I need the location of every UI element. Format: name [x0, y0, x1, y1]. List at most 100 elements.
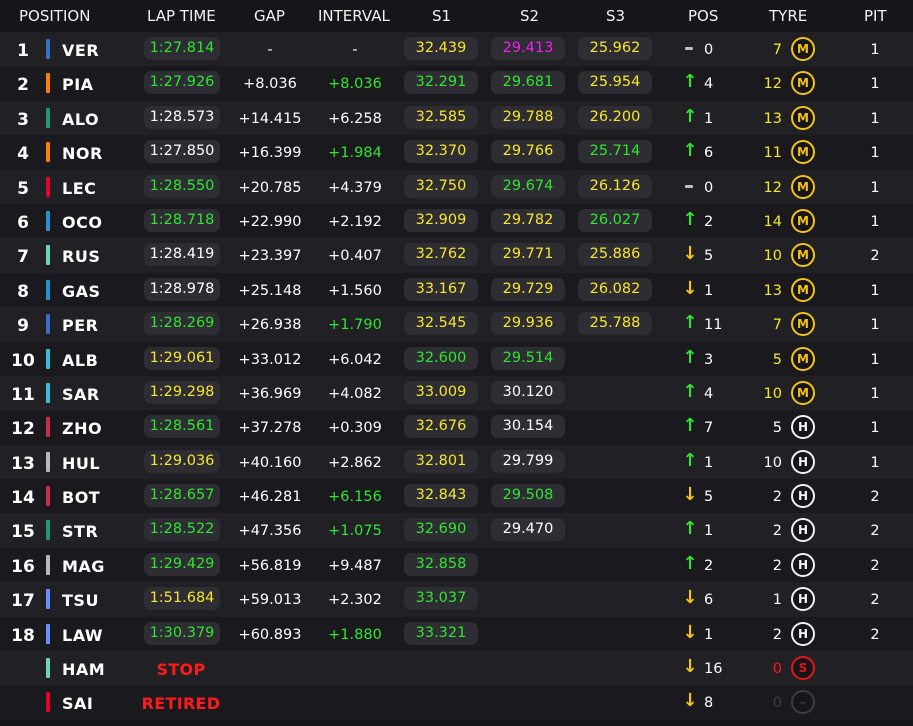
driver-code[interactable]: PIA [62, 75, 94, 94]
position-change: 2 [704, 557, 714, 574]
driver-code[interactable]: SAR [62, 385, 100, 404]
team-color-bar [46, 73, 50, 94]
tyre-laps: 11 [763, 145, 782, 162]
medium-tyre-icon: M [791, 277, 815, 302]
interval-value: +2.192 [328, 213, 382, 230]
header-gap[interactable]: GAP [254, 7, 285, 25]
header-pos[interactable]: POS [688, 7, 718, 25]
lap-time: 1:28.550 [144, 174, 220, 198]
arrow-up-icon: ↑ [682, 449, 698, 471]
table-row[interactable]: 9 PER 1:28.269 +26.938 +1.790 32.545 29.936 25.… [0, 307, 913, 342]
header-s3[interactable]: S3 [606, 7, 625, 25]
driver-code[interactable]: SAI [62, 694, 93, 713]
driver-code[interactable]: HUL [62, 454, 100, 473]
position-number: 18 [11, 625, 35, 646]
tyre-laps: 13 [763, 282, 782, 299]
driver-code[interactable]: LAW [62, 626, 103, 645]
table-row[interactable]: 15 STR 1:28.522 +47.356 +1.075 32.690 29.470 ↑ 1… [0, 513, 913, 548]
table-row[interactable]: 18 LAW 1:30.379 +60.893 +1.880 33.321 ↓ 1 2 H 2 [0, 616, 913, 652]
interval-value: +4.082 [328, 385, 382, 402]
position-number: 1 [17, 41, 29, 61]
table-row[interactable]: 1 VER 1:27.814 - - 32.439 29.413 25.962 0 7 M 1 [0, 32, 913, 67]
driver-code[interactable]: GAS [62, 282, 101, 301]
header-s1[interactable]: S1 [432, 7, 451, 25]
driver-code[interactable]: ALB [62, 351, 98, 370]
table-row[interactable]: 16 MAG 1:29.429 +56.819 +9.487 32.858 ↑ 2 2 H 2 [0, 547, 913, 583]
driver-code[interactable]: MAG [62, 557, 105, 576]
table-row[interactable]: 12 ZHO 1:28.561 +37.278 +0.309 32.676 30.154 ↑ 7… [0, 410, 913, 445]
position-change: 11 [704, 317, 723, 334]
pit-count: 2 [870, 523, 880, 540]
header-interval[interactable]: INTERVAL [318, 7, 390, 25]
driver-code[interactable]: ALO [62, 110, 99, 129]
table-row[interactable]: 10 ALB 1:29.061 +33.012 +6.042 32.600 29.514 ↑ 3… [0, 341, 913, 376]
lap-time: 1:27.850 [144, 140, 220, 164]
arrow-down-icon: ↓ [682, 243, 698, 265]
table-row[interactable]: 7 RUS 1:28.419 +23.397 +0.407 32.762 29.771 25.… [0, 238, 913, 273]
header-lap-time[interactable]: LAP TIME [147, 7, 216, 25]
interval-value: +8.036 [328, 76, 382, 93]
table-row[interactable]: 13 HUL 1:29.036 +40.160 +2.862 32.801 29.799 ↑ 1… [0, 444, 913, 480]
interval-value: +4.379 [328, 179, 382, 196]
tyre-laps: 2 [772, 557, 782, 574]
hard-tyre-icon: H [791, 587, 815, 612]
sector-s2-time: 29.470 [491, 518, 565, 542]
position-number: 9 [17, 316, 29, 337]
table-row[interactable]: 8 GAS 1:28.978 +25.148 +1.560 33.167 29.729 26.… [0, 272, 913, 308]
sector-s2-time: 29.788 [491, 105, 565, 129]
driver-code[interactable]: ZHO [62, 419, 102, 438]
sector-s3-time: 26.200 [578, 105, 652, 129]
tyre-laps: 12 [763, 76, 782, 93]
medium-tyre-icon: M [791, 71, 815, 96]
driver-code[interactable]: NOR [62, 144, 103, 163]
sector-s1-time: 32.545 [404, 312, 478, 336]
table-row[interactable]: 5 LEC 1:28.550 +20.785 +4.379 32.750 29.674 26.… [0, 169, 913, 204]
driver-code[interactable]: LEC [62, 179, 96, 198]
table-row[interactable]: 3 ALO 1:28.573 +14.415 +6.258 32.585 29.788 26.… [0, 100, 913, 136]
position-number: 13 [11, 453, 35, 474]
driver-code[interactable]: PER [62, 316, 98, 335]
table-row[interactable]: SAI RETIRED ↓ 8 0– [0, 685, 913, 720]
gap-value: +33.012 [238, 351, 302, 368]
position-change: 5 [704, 248, 714, 265]
driver-code[interactable]: HAM [62, 660, 105, 679]
header-tyre[interactable]: TYRE [769, 7, 807, 25]
gap-value: - [267, 42, 273, 58]
tyre-laps: 14 [763, 213, 782, 230]
tyre-laps: 7 [772, 317, 782, 334]
driver-code[interactable]: TSU [62, 591, 99, 610]
gap-value: +59.013 [238, 592, 302, 609]
pit-count: 2 [870, 489, 880, 506]
tyre-laps: 10 [763, 248, 782, 265]
driver-code[interactable]: BOT [62, 488, 100, 507]
table-row[interactable]: 4 NOR 1:27.850 +16.399 +1.984 32.370 29.766 25.… [0, 135, 913, 170]
header-s2[interactable]: S2 [520, 7, 539, 25]
sector-s2-time: 29.936 [491, 312, 565, 336]
driver-code[interactable]: OCO [62, 213, 102, 232]
header-position[interactable]: POSITION [19, 7, 90, 25]
driver-code[interactable]: STR [62, 522, 98, 541]
driver-code[interactable]: VER [62, 41, 99, 60]
team-color-bar [46, 554, 50, 575]
pit-count: 1 [870, 213, 880, 230]
team-color-bar [46, 314, 50, 335]
lap-time: 1:27.814 [144, 37, 220, 60]
position-number: 14 [11, 488, 35, 509]
table-row[interactable]: 17 TSU 1:51.684 +59.013 +2.302 33.037 ↓ 6 1 H 2 [0, 582, 913, 617]
team-color-bar [46, 589, 50, 610]
gap-value: +26.938 [238, 317, 302, 334]
lap-time: 1:51.684 [144, 587, 220, 611]
medium-tyre-icon: M [791, 380, 815, 405]
table-row[interactable]: HAM STOP ↓ 16 0 S [0, 651, 913, 686]
sector-s1-time: 32.690 [404, 518, 478, 542]
driver-code[interactable]: RUS [62, 247, 100, 266]
table-row[interactable]: 14 BOT 1:28.657 +46.281 +6.156 32.843 29.508 ↓ 5… [0, 479, 913, 514]
table-row[interactable]: 2 PIA 1:27.926 +8.036 +8.036 32.291 29.681 25.9… [0, 66, 913, 101]
table-row[interactable]: 6 OCO 1:28.718 +22.990 +2.192 32.909 29.782 26.… [0, 203, 913, 239]
table-row[interactable]: 11 SAR 1:29.298 +36.969 +4.082 33.009 30.120 ↑ 4… [0, 375, 913, 411]
gap-value: +14.415 [238, 110, 302, 127]
position-number: 2 [17, 75, 29, 96]
hard-tyre-icon: H [791, 518, 815, 543]
header-pit[interactable]: PIT [864, 7, 887, 25]
position-number: 3 [17, 109, 29, 130]
